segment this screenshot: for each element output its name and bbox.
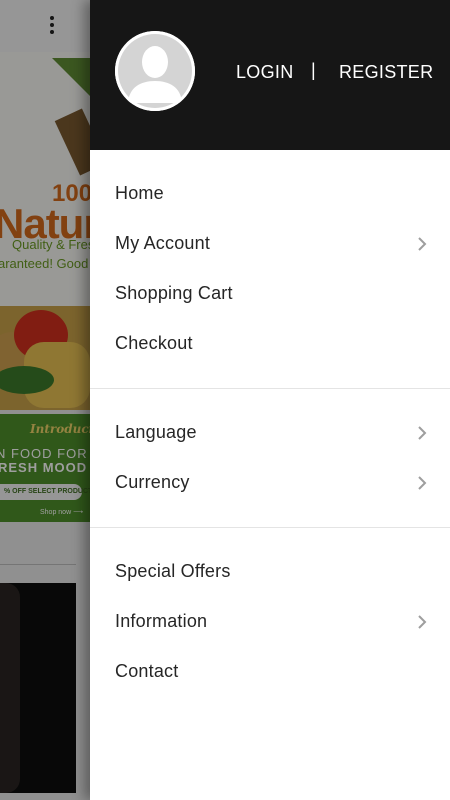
menu-item-currency[interactable]: Currency <box>90 458 450 508</box>
chevron-right-icon <box>418 237 427 251</box>
menu-item-checkout[interactable]: Checkout <box>90 319 450 369</box>
register-link[interactable]: REGISTER <box>339 62 433 83</box>
navigation-drawer: LOGIN | REGISTER Home My Account Shoppin… <box>90 0 450 800</box>
menu-item-label: Information <box>115 611 208 631</box>
login-link[interactable]: LOGIN <box>236 62 294 83</box>
menu-divider <box>90 527 450 528</box>
user-placeholder-icon <box>115 31 195 111</box>
menu-item-shopping-cart[interactable]: Shopping Cart <box>90 269 450 319</box>
menu-item-special-offers[interactable]: Special Offers <box>90 547 450 597</box>
menu-item-label: Currency <box>115 472 190 492</box>
avatar[interactable] <box>115 31 195 111</box>
menu-item-contact[interactable]: Contact <box>90 647 450 697</box>
menu-item-label: Shopping Cart <box>115 283 233 303</box>
menu-group-main: Home My Account Shopping Cart Checkout <box>90 169 450 369</box>
menu-divider <box>90 388 450 389</box>
menu-item-language[interactable]: Language <box>90 408 450 458</box>
menu-item-information[interactable]: Information <box>90 597 450 647</box>
drawer-header: LOGIN | REGISTER <box>90 0 450 150</box>
menu-item-label: Special Offers <box>115 561 231 581</box>
auth-separator: | <box>311 60 316 80</box>
menu-group-info: Special Offers Information Contact <box>90 547 450 697</box>
menu-item-label: Contact <box>115 661 179 681</box>
menu-item-label: Checkout <box>115 333 193 353</box>
menu-item-home[interactable]: Home <box>90 169 450 219</box>
chevron-right-icon <box>418 426 427 440</box>
menu-item-label: Home <box>115 183 164 203</box>
menu-item-label: Language <box>115 422 197 442</box>
menu-item-my-account[interactable]: My Account <box>90 219 450 269</box>
chevron-right-icon <box>418 615 427 629</box>
chevron-right-icon <box>418 476 427 490</box>
menu-group-settings: Language Currency <box>90 408 450 508</box>
menu-item-label: My Account <box>115 233 211 253</box>
